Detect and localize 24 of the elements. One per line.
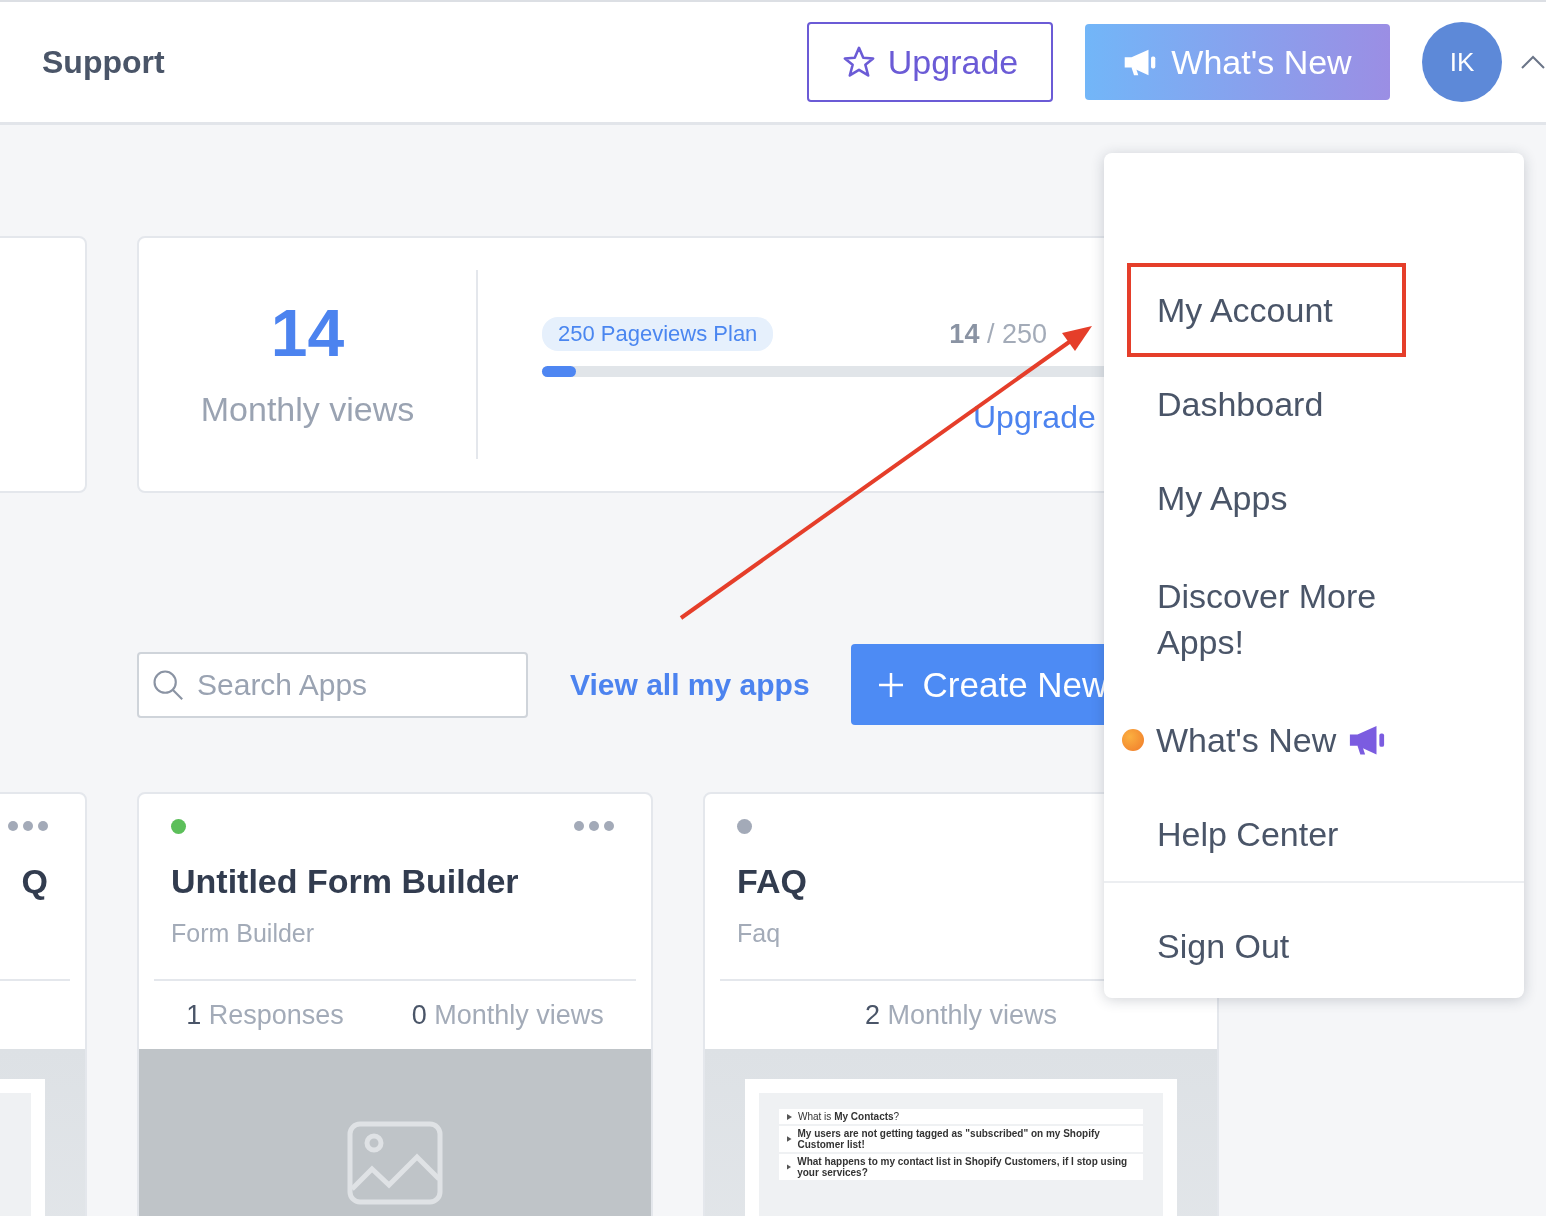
plan-badge: 250 Pageviews Plan [542, 317, 774, 351]
upgrade-button[interactable]: Upgrade [807, 22, 1053, 102]
app-type: Form Builder [171, 919, 316, 948]
app-title: Q [20, 862, 48, 901]
search-field[interactable]: Search Apps [137, 651, 528, 718]
sign-out-item[interactable]: Sign Out [1127, 899, 1406, 993]
faq-question: What is My Contacts? [798, 1111, 900, 1122]
app-stat: 2 Monthly views [864, 999, 1058, 1031]
views-label: Monthly views [200, 390, 415, 429]
app-title: Untitled Form Builder [171, 862, 520, 901]
menu-item[interactable]: Dashboard [1127, 357, 1406, 451]
app-title: FAQ [737, 862, 808, 901]
faq-question: What happens to my contact list in Shopify Customers, if I stop using your services? [797, 1156, 1129, 1178]
menu-item[interactable]: My Account [1127, 263, 1406, 357]
page-title: Support [42, 43, 166, 81]
menu-item[interactable]: Help Center [1127, 787, 1406, 881]
usage-text: 14 / 250 [949, 318, 1047, 350]
app-type: Faq [737, 919, 782, 948]
app-stat: 0 Monthly views [411, 999, 604, 1031]
views-count: 14 [270, 300, 345, 366]
faq-question: My users are not getting tagged as "subscribed" on my Shopify Customer list! [797, 1128, 1101, 1150]
upgrade-link[interactable]: Upgrade [973, 399, 1096, 436]
menu-item[interactable]: My Apps [1127, 451, 1406, 545]
app-stat: 1 Responses [186, 999, 344, 1031]
